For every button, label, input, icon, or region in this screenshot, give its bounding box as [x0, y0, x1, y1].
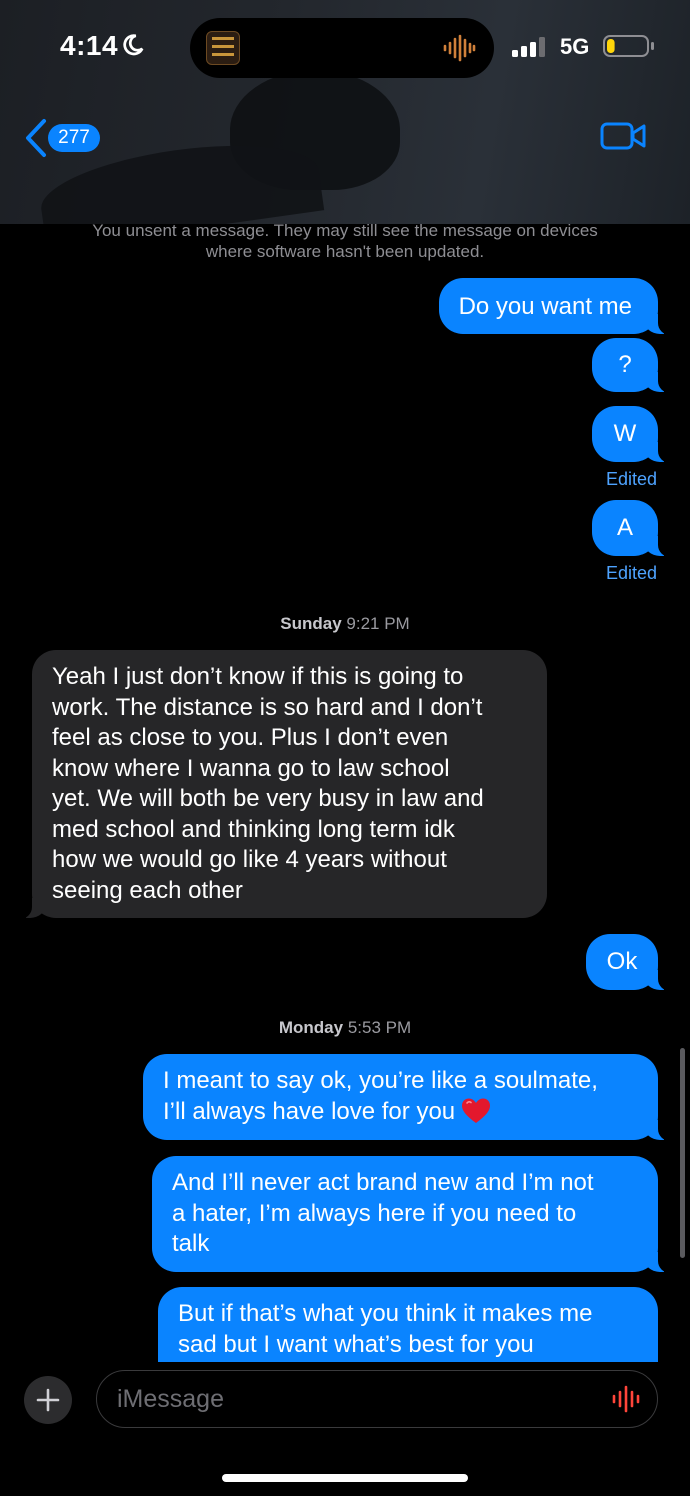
message-line: And I’ll never act brand new and I’m not [172, 1169, 594, 1196]
message-text: Ok [606, 948, 638, 975]
message-bubble-sent[interactable]: ? [592, 338, 672, 393]
message-line: I meant to say ok, you’re like a soulmat… [163, 1067, 598, 1094]
home-indicator[interactable] [222, 1474, 468, 1482]
dynamic-island[interactable] [190, 18, 494, 78]
facetime-video-icon[interactable] [600, 120, 646, 152]
conversation-header: 4:14 5G 277 [0, 0, 690, 224]
message-input-placeholder: iMessage [117, 1385, 224, 1413]
network-type: 5G [560, 34, 590, 59]
heart-icon [462, 1098, 491, 1123]
message-input[interactable]: iMessage [96, 1370, 658, 1428]
apps-plus-button[interactable] [24, 1376, 72, 1424]
unsend-notice-line: where software hasn't been updated. [205, 242, 485, 261]
message-text: Do you want me [458, 293, 632, 320]
audio-message-icon[interactable] [611, 1385, 641, 1413]
composer-bar: iMessage [0, 1362, 690, 1496]
chevron-left-icon [26, 119, 46, 157]
message-bubble-sent[interactable]: A [592, 500, 672, 557]
unsend-notice: You unsent a message. They may still see… [0, 220, 690, 262]
message-bubble-received[interactable]: Yeah I just don’t know if this is going … [18, 650, 547, 919]
message-line: sad but I want what’s best for you [178, 1330, 534, 1358]
message-bubble-sent[interactable]: I meant to say ok, you’re like a soulmat… [143, 1054, 672, 1141]
message-line: yet. We will both be very busy in law an… [52, 785, 484, 812]
moon-icon [123, 34, 144, 56]
back-button[interactable]: 277 [24, 118, 114, 158]
message-bubble-sent[interactable]: And I’ll never act brand new and I’m not… [152, 1156, 672, 1273]
message-line: feel as close to you. Plus I don’t even [52, 724, 449, 751]
message-text: A [616, 514, 633, 541]
message-line: But if that’s what you think it makes me [178, 1300, 593, 1327]
message-line: work. The distance is so hard and I don’… [52, 693, 483, 721]
message-line: med school and thinking long term idk [52, 815, 455, 843]
cellular-signal-icon [512, 37, 545, 57]
message-line: a hater, I’m always here if you need to [172, 1199, 577, 1227]
message-text: ? [618, 351, 632, 378]
timestamp-divider: Sunday 9:21 PM [0, 614, 690, 634]
message-line: know where I wanna go to law school [52, 754, 450, 782]
message-bubble-sent[interactable]: Do you want me [438, 278, 673, 335]
message-line: I’ll always have love for you [163, 1097, 456, 1125]
message-line: Yeah I just don’t know if this is going … [52, 663, 464, 690]
edited-label[interactable]: Edited [606, 469, 657, 490]
edited-label[interactable]: Edited [606, 563, 657, 584]
timestamp-time: 9:21 PM [346, 614, 410, 633]
status-time: 4:14 [60, 30, 119, 61]
unread-count-badge: 277 [48, 124, 100, 152]
plus-icon [36, 1388, 60, 1412]
message-bubble-sent[interactable]: W [592, 406, 672, 463]
message-line: how we would go like 4 years without [52, 846, 447, 873]
message-line: seeing each other [52, 876, 243, 904]
album-art-icon [206, 31, 240, 65]
message-bubble-sent[interactable]: Ok [586, 934, 672, 991]
scrollbar[interactable] [680, 1048, 685, 1258]
battery-icon [603, 35, 654, 57]
message-text: W [613, 420, 637, 447]
message-line: talk [172, 1230, 210, 1257]
waveform-icon [443, 34, 476, 62]
timestamp-day: Sunday [280, 614, 342, 633]
timestamp-divider: Monday 5:53 PM [0, 1018, 690, 1038]
timestamp-day: Monday [278, 1018, 344, 1037]
timestamp-time: 5:53 PM [347, 1018, 412, 1037]
